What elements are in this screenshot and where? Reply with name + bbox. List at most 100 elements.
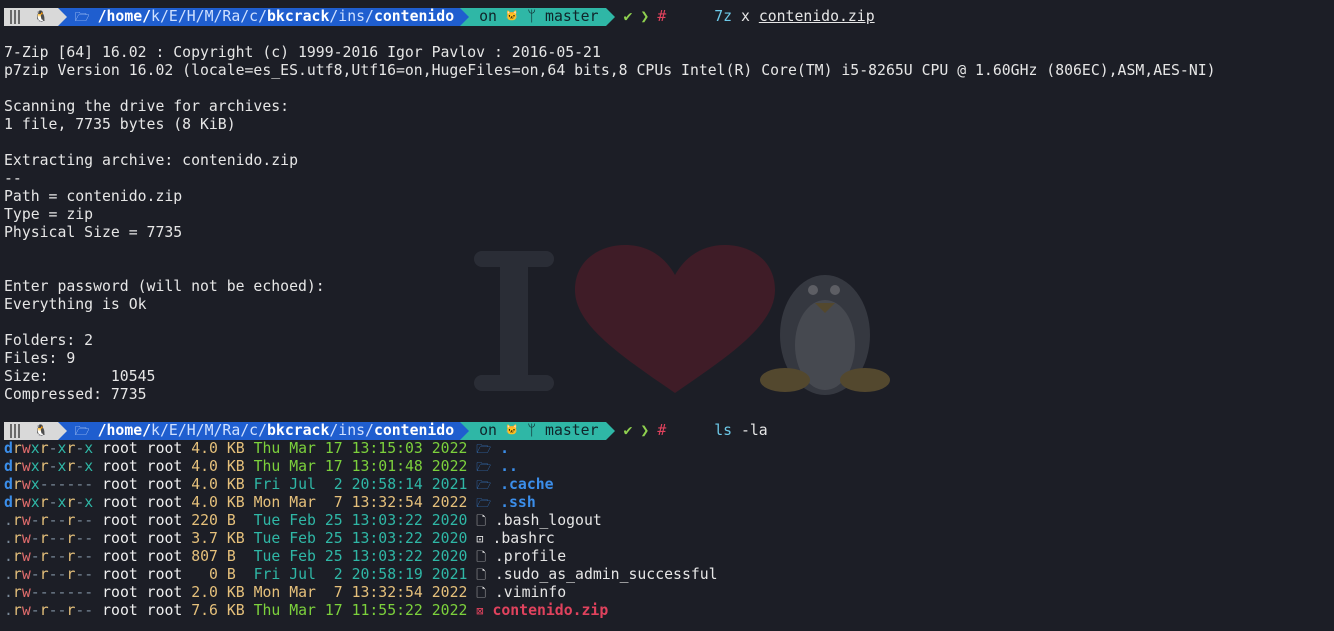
file-icon: 🗋 <box>476 514 486 528</box>
ls-filename: .. <box>491 458 518 475</box>
ls-size: 4.0 KB <box>191 440 254 457</box>
segment-separator <box>606 422 616 440</box>
terminal[interactable]: 🐧 🗁/home/k / E / H / M / Ra / c / bkcrack / ins / conteni… <box>4 8 1334 620</box>
ls-permissions: .rw-r--r-- <box>4 548 94 565</box>
ls-date: Mon Mar 7 13:32:54 2022 <box>253 584 477 601</box>
path-segment: H <box>186 422 196 439</box>
path-segment: / <box>258 8 268 25</box>
output-line: Folders: 2 <box>4 332 94 349</box>
ls-size: 4.0 KB <box>191 458 254 475</box>
ls-permissions: .rw-r--r-- <box>4 602 94 619</box>
path-segment: c <box>249 422 259 439</box>
output-line: Everything is Ok <box>4 296 147 313</box>
directory-segment[interactable]: 🗁/home/k / E / H / M / Ra / c / bkcrack / ins / contenid… <box>66 422 461 440</box>
folder-icon: 🗁 <box>476 442 492 456</box>
path-segment: / <box>213 8 223 25</box>
ls-permissions: .rw------- <box>4 584 94 601</box>
folder-icon: 🗁 <box>74 424 90 438</box>
success-check-icon: ✔ <box>623 422 633 439</box>
ls-owner: root root <box>93 512 192 529</box>
ls-owner: root root <box>93 530 192 547</box>
segment-separator <box>57 8 67 26</box>
path-segment: / <box>329 422 339 439</box>
command-args: x <box>732 8 759 25</box>
branch-icon: ᛘ <box>518 422 546 439</box>
os-segment: 🐧 <box>4 422 58 440</box>
path-segment: /home/ <box>97 8 152 25</box>
path-segment: ins <box>338 422 366 439</box>
segment-separator <box>606 8 616 26</box>
output-line: Files: 9 <box>4 350 76 367</box>
ls-row: drwxr-xr-x root root 4.0 KB Thu Mar 17 1… <box>4 458 1334 476</box>
path-segment: / <box>177 422 187 439</box>
path-segment: /home/ <box>97 422 152 439</box>
git-segment: on 🐱 ᛘ master <box>469 8 607 26</box>
output-line: Size: 10545 <box>4 368 156 385</box>
path-segment: / <box>177 8 187 25</box>
path-segment: Ra <box>222 422 241 439</box>
zip-icon: ⊠ <box>476 604 484 618</box>
path-segment: / <box>159 422 169 439</box>
github-icon: 🐱 <box>505 425 519 436</box>
path-segment: / <box>329 8 339 25</box>
ls-listing: drwxr-xr-x root root 4.0 KB Thu Mar 17 1… <box>4 440 1334 620</box>
prompt-line: 🐧 🗁/home/k / E / H / M / Ra / c / bkcrack / ins / conteni… <box>4 8 1334 26</box>
output-line: Scanning the drive for archives: <box>4 98 290 115</box>
output-line: Enter password (will not be echoed): <box>4 278 325 295</box>
branch-name: master <box>545 8 599 25</box>
ls-row: .rw------- root root 2.0 KB Mon Mar 7 13… <box>4 584 1334 602</box>
output-line: Path = contenido.zip <box>4 188 183 205</box>
path-segment: bkcrack <box>267 422 330 439</box>
ls-date: Fri Jul 2 20:58:19 2021 <box>253 566 477 583</box>
file-icon: 🗋 <box>476 550 486 564</box>
path-segment: / <box>240 8 250 25</box>
ls-filename: .bash_logout <box>485 512 602 529</box>
ls-row: .rw-r--r-- root root 807 B Tue Feb 25 13… <box>4 548 1334 566</box>
output-line: Physical Size = 7735 <box>4 224 183 241</box>
command-program: ls <box>714 422 733 439</box>
command-output: 7-Zip [64] 16.02 : Copyright (c) 1999-20… <box>4 44 1334 422</box>
ls-size: 4.0 KB <box>191 494 254 511</box>
success-check-icon: ✔ <box>623 8 633 25</box>
ls-size: 0 B <box>191 566 254 583</box>
ls-date: Thu Mar 17 11:55:22 2022 <box>253 602 477 619</box>
root-hash: # <box>657 422 667 439</box>
ls-permissions: drwx------ <box>4 476 94 493</box>
path-segment: E <box>168 8 178 25</box>
ls-permissions: drwxr-xr-x <box>4 494 94 511</box>
tux-icon: 🐧 <box>34 424 48 437</box>
path-segment: E <box>168 422 178 439</box>
folder-icon: 🗁 <box>476 478 492 492</box>
ls-row: drwxr-xr-x root root 4.0 KB Mon Mar 7 13… <box>4 494 1334 512</box>
ls-date: Tue Feb 25 13:03:22 2020 <box>253 530 477 547</box>
path-segment: ins <box>338 8 366 25</box>
path-segment: contenido <box>373 422 455 439</box>
ls-filename: .profile <box>485 548 567 565</box>
folder-icon: 🗁 <box>74 10 90 24</box>
git-segment: on 🐱 ᛘ master <box>469 422 607 440</box>
ls-owner: root root <box>93 584 192 601</box>
command-args: -la <box>732 422 768 439</box>
ls-owner: root root <box>93 440 192 457</box>
branch-name: master <box>545 422 599 439</box>
ls-permissions: .rw-r--r-- <box>4 566 94 583</box>
directory-segment[interactable]: 🗁/home/k / E / H / M / Ra / c / bkcrack / ins / contenid… <box>66 8 461 26</box>
segment-bars-icon <box>10 10 22 24</box>
ls-size: 807 B <box>191 548 254 565</box>
ls-filename: .cache <box>491 476 554 493</box>
ls-owner: root root <box>93 602 192 619</box>
ls-owner: root root <box>93 458 192 475</box>
terminal-file-icon: ⊡ <box>476 532 484 546</box>
branch-icon: ᛘ <box>518 8 546 25</box>
file-icon: 🗋 <box>476 568 486 582</box>
path-segment: / <box>159 8 169 25</box>
ls-row: .rw-r--r-- root root 0 B Fri Jul 2 20:58… <box>4 566 1334 584</box>
output-line: p7zip Version 16.02 (locale=es_ES.utf8,U… <box>4 62 1216 79</box>
ls-permissions: .rw-r--r-- <box>4 512 94 529</box>
path-segment: k <box>151 422 160 439</box>
github-icon: 🐱 <box>505 11 519 22</box>
